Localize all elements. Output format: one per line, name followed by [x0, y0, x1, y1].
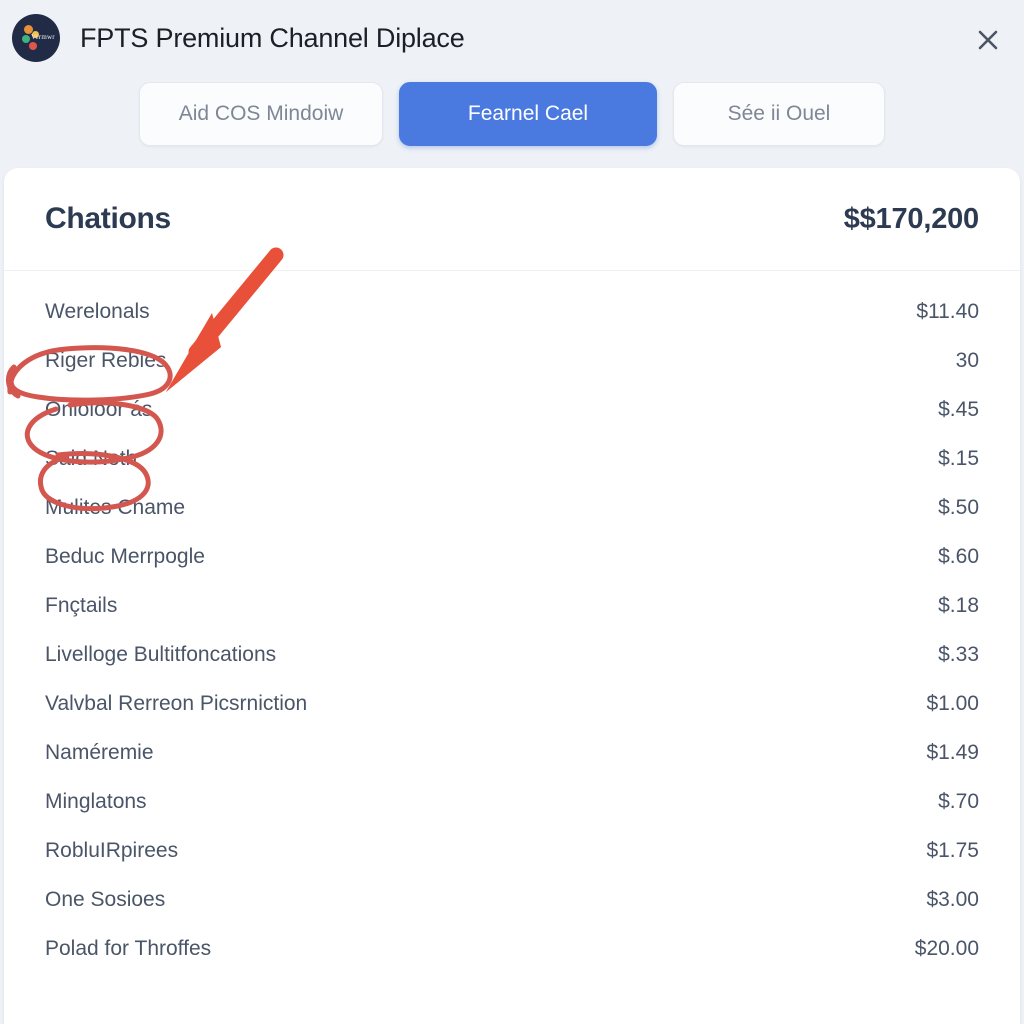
- list-item-label: Onioloor ás: [45, 397, 153, 421]
- list-item-label: Mulites Chame: [45, 495, 186, 519]
- list-item-value: $.60: [938, 544, 979, 568]
- logo-wordmark: Vermwr: [31, 33, 55, 41]
- list-item-value: $11.40: [916, 299, 979, 323]
- list-item-value: $.70: [938, 789, 979, 813]
- segment-button-see-ii-ouel[interactable]: Sée ii Ouel: [673, 82, 885, 146]
- list-item[interactable]: Mulites Chame $.50: [4, 483, 1020, 532]
- list-item[interactable]: Onioloor ás $.45: [4, 385, 1020, 434]
- dialog-window: Vermwr FPTS Premium Channel Diplace Aid …: [0, 0, 1024, 1024]
- list-item-value: $1.75: [926, 838, 979, 862]
- title-row: Vermwr FPTS Premium Channel Diplace: [0, 0, 1024, 76]
- list-item[interactable]: Riger Rebies 30: [4, 336, 1020, 385]
- list-item-value: $1.00: [926, 691, 979, 715]
- close-icon: [978, 30, 998, 50]
- segment-label: Sée ii Ouel: [727, 102, 831, 125]
- logo-blob-green: [22, 35, 30, 43]
- segment-label: Fearnel Cael: [467, 102, 589, 125]
- window-topbar: Vermwr FPTS Premium Channel Diplace Aid …: [0, 0, 1024, 168]
- list-item-label: Valvbal Rerreon Picsrniction: [45, 691, 308, 715]
- segment-button-fearnel-cael[interactable]: Fearnel Cael: [399, 82, 657, 146]
- list-item-value: $3.00: [926, 887, 979, 911]
- list-item-label: Werelonals: [45, 299, 150, 323]
- list-item-value: $.45: [938, 397, 979, 421]
- list-item-label: Naméremie: [45, 740, 154, 764]
- card-heading: Chations: [45, 202, 171, 235]
- card-total-value: $$170,200: [843, 202, 979, 235]
- list-item-value: $.33: [938, 642, 979, 666]
- segment-button-aid-cos-mindoiw[interactable]: Aid COS Mindoiw: [139, 82, 383, 146]
- list-item[interactable]: Werelonals $11.40: [4, 287, 1020, 336]
- list-item[interactable]: Minglatons $.70: [4, 777, 1020, 826]
- app-logo-icon: Vermwr: [12, 14, 60, 62]
- list-item[interactable]: Livelloge Bultitfoncations $.33: [4, 630, 1020, 679]
- segmented-control: Aid COS Mindoiw Fearnel Cael Sée ii Ouel: [0, 82, 1024, 148]
- list-item[interactable]: Beduc Merrpogle $.60: [4, 532, 1020, 581]
- list-item-label: Said Noth: [45, 446, 138, 470]
- page-title: FPTS Premium Channel Diplace: [80, 22, 465, 53]
- list-item-label: One Sosioes: [45, 887, 166, 911]
- close-button[interactable]: [966, 18, 1010, 62]
- list-item[interactable]: Naméremie $1.49: [4, 728, 1020, 777]
- list-item-label: Beduc Merrpogle: [45, 544, 205, 568]
- list-item-label: Minglatons: [45, 789, 147, 813]
- list-item[interactable]: One Sosioes $3.00: [4, 875, 1020, 924]
- list-item-value: $1.49: [926, 740, 979, 764]
- list-item-label: Polad for Throffes: [45, 936, 212, 960]
- list-item-label: RobluIRpirees: [45, 838, 179, 862]
- list-item-value: $.15: [938, 446, 979, 470]
- list-item[interactable]: Said Noth $.15: [4, 434, 1020, 483]
- line-item-list: Werelonals $11.40 Riger Rebies 30 Onioloor á…: [4, 271, 1020, 973]
- list-item-value: 30: [955, 348, 979, 372]
- list-item-value: $20.00: [914, 936, 979, 960]
- segment-label: Aid COS Mindoiw: [178, 102, 344, 125]
- list-item-label: Livelloge Bultitfoncations: [45, 642, 277, 666]
- list-item-label: Riger Rebies: [45, 348, 167, 372]
- list-item-label: Fnçtails: [45, 593, 118, 617]
- list-item-value: $.18: [938, 593, 979, 617]
- logo-blob-red: [29, 42, 37, 50]
- list-item[interactable]: Fnçtails $.18: [4, 581, 1020, 630]
- card-header: Chations $$170,200: [4, 168, 1020, 271]
- list-item[interactable]: Valvbal Rerreon Picsrniction $1.00: [4, 679, 1020, 728]
- list-item[interactable]: RobluIRpirees $1.75: [4, 826, 1020, 875]
- content-card: Chations $$170,200 Werelonals $11.40 Riger…: [4, 168, 1020, 1024]
- list-item[interactable]: Polad for Throffes $20.00: [4, 924, 1020, 973]
- list-item-value: $.50: [938, 495, 979, 519]
